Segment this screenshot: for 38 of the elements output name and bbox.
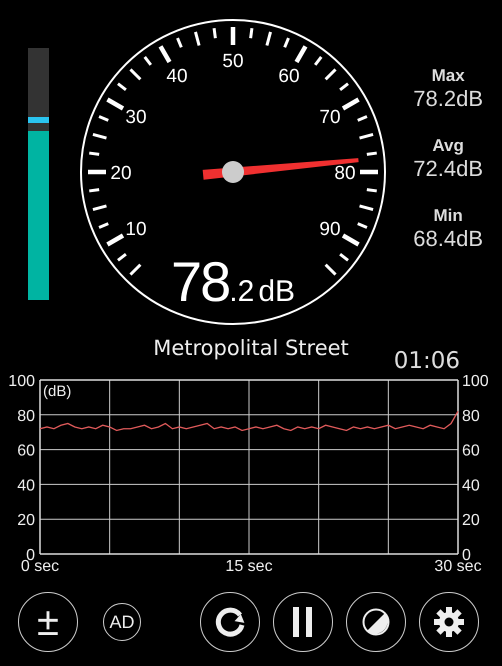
scale-label: 10 bbox=[125, 219, 147, 240]
scale-label: 90 bbox=[319, 219, 341, 240]
axis-label: 80 bbox=[462, 408, 480, 425]
elapsed-time: 01:06 bbox=[394, 348, 460, 374]
needle-hub bbox=[222, 161, 244, 183]
settings-icon bbox=[433, 606, 465, 638]
axis-label: 100 bbox=[8, 373, 35, 390]
contrast-icon bbox=[362, 608, 390, 636]
peak-marker bbox=[28, 117, 49, 124]
scale-label: 40 bbox=[166, 66, 188, 87]
stat-label: Min bbox=[433, 206, 463, 226]
axis-label: 100 bbox=[462, 373, 489, 390]
scale-label: 50 bbox=[222, 51, 244, 72]
location-title: Metropolital Street bbox=[153, 336, 349, 360]
axis-label: 80 bbox=[17, 408, 35, 425]
stat-value: 78.2dB bbox=[413, 86, 483, 112]
unit-label: (dB) bbox=[43, 383, 72, 400]
axis-label: 20 bbox=[17, 512, 35, 530]
scale-label: 60 bbox=[278, 66, 300, 87]
stat-label: Avg bbox=[432, 136, 464, 156]
ad-button[interactable]: AD bbox=[103, 603, 141, 641]
scale-label: 30 bbox=[125, 107, 147, 128]
refresh-icon bbox=[213, 605, 247, 639]
axis-label: 15 sec bbox=[225, 558, 273, 575]
stat-value: 72.4dB bbox=[413, 156, 483, 182]
axis-label: 60 bbox=[17, 442, 35, 460]
scale-label: 20 bbox=[110, 163, 132, 184]
axis-label: 40 bbox=[17, 477, 35, 494]
axis-label: 20 bbox=[462, 512, 480, 530]
scale-label: 70 bbox=[319, 107, 341, 128]
stat-value: 68.4dB bbox=[413, 226, 483, 252]
sound-level-reading: 78.2 dB bbox=[170, 249, 296, 314]
axis-label: 40 bbox=[462, 477, 480, 494]
axis-label: 60 bbox=[462, 442, 480, 460]
calibrate-button[interactable]: ± bbox=[18, 592, 78, 652]
scale-label: 80 bbox=[334, 163, 356, 184]
stat-label: Max bbox=[432, 66, 465, 86]
pause-icon bbox=[293, 607, 313, 637]
